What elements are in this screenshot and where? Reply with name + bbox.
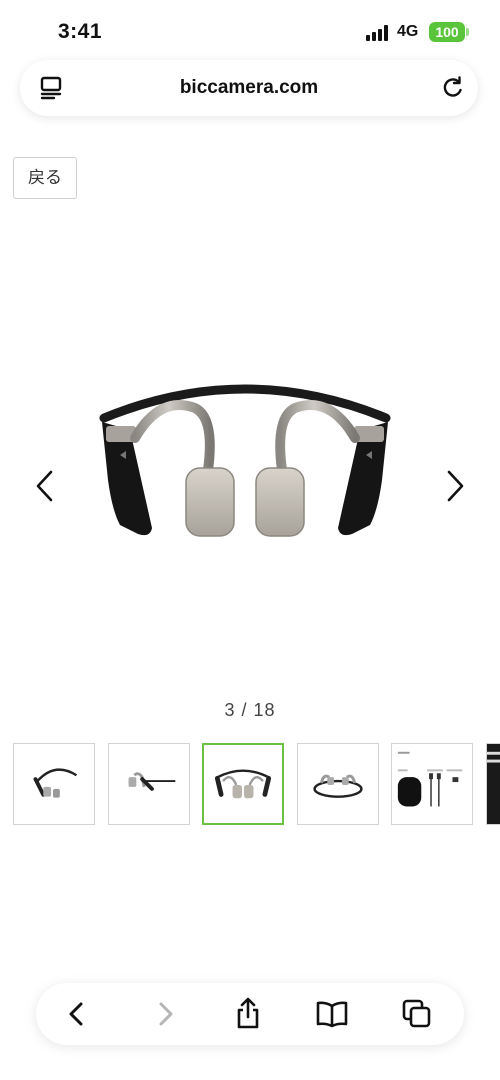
next-image-arrow-icon[interactable] [440,468,470,504]
thumbnail-6[interactable] [486,743,500,825]
image-counter: 3 / 18 [224,700,276,720]
thumbnail-4[interactable] [297,743,379,825]
status-bar: 3:41 4G 100 [0,0,500,60]
headphones-angle-view [33,768,78,798]
signal-icon [366,25,390,41]
thumbnail-5[interactable] [391,743,473,825]
status-time: 3:41 [58,20,103,43]
network-type: 4G [397,23,419,40]
previous-image-arrow-icon[interactable] [30,468,60,504]
back-page-button[interactable]: 戻る [13,157,77,199]
headphones-side-view [128,772,176,791]
thumbnail-3[interactable] [202,743,284,825]
page-menu-icon[interactable] [40,76,62,100]
bookmarks-button[interactable] [313,995,351,1033]
battery-icon: 100 [429,22,465,42]
headphones-front-view [214,769,272,799]
thumbnail-strip[interactable] [13,743,500,825]
headphones-top-view [313,774,363,798]
forward-button[interactable] [146,995,184,1033]
share-button[interactable] [229,995,267,1033]
product-image-headphones [99,384,391,537]
url-text[interactable]: biccamera.com [80,77,418,99]
thumbnail-2[interactable] [108,743,190,825]
browser-toolbar [36,983,464,1045]
back-icon [69,1002,83,1026]
tabs-button[interactable] [398,995,436,1033]
address-bar[interactable]: biccamera.com [20,60,478,116]
back-button[interactable] [58,995,96,1033]
bookmarks-icon [316,1001,348,1028]
headphones-detail [487,744,500,824]
package-contents [397,751,463,807]
reload-icon[interactable] [440,75,466,101]
thumbnail-1[interactable] [13,743,95,825]
forward-icon [159,1002,173,1026]
share-icon [237,997,259,1029]
battery-tip [466,28,469,36]
tabs-icon [402,999,431,1028]
